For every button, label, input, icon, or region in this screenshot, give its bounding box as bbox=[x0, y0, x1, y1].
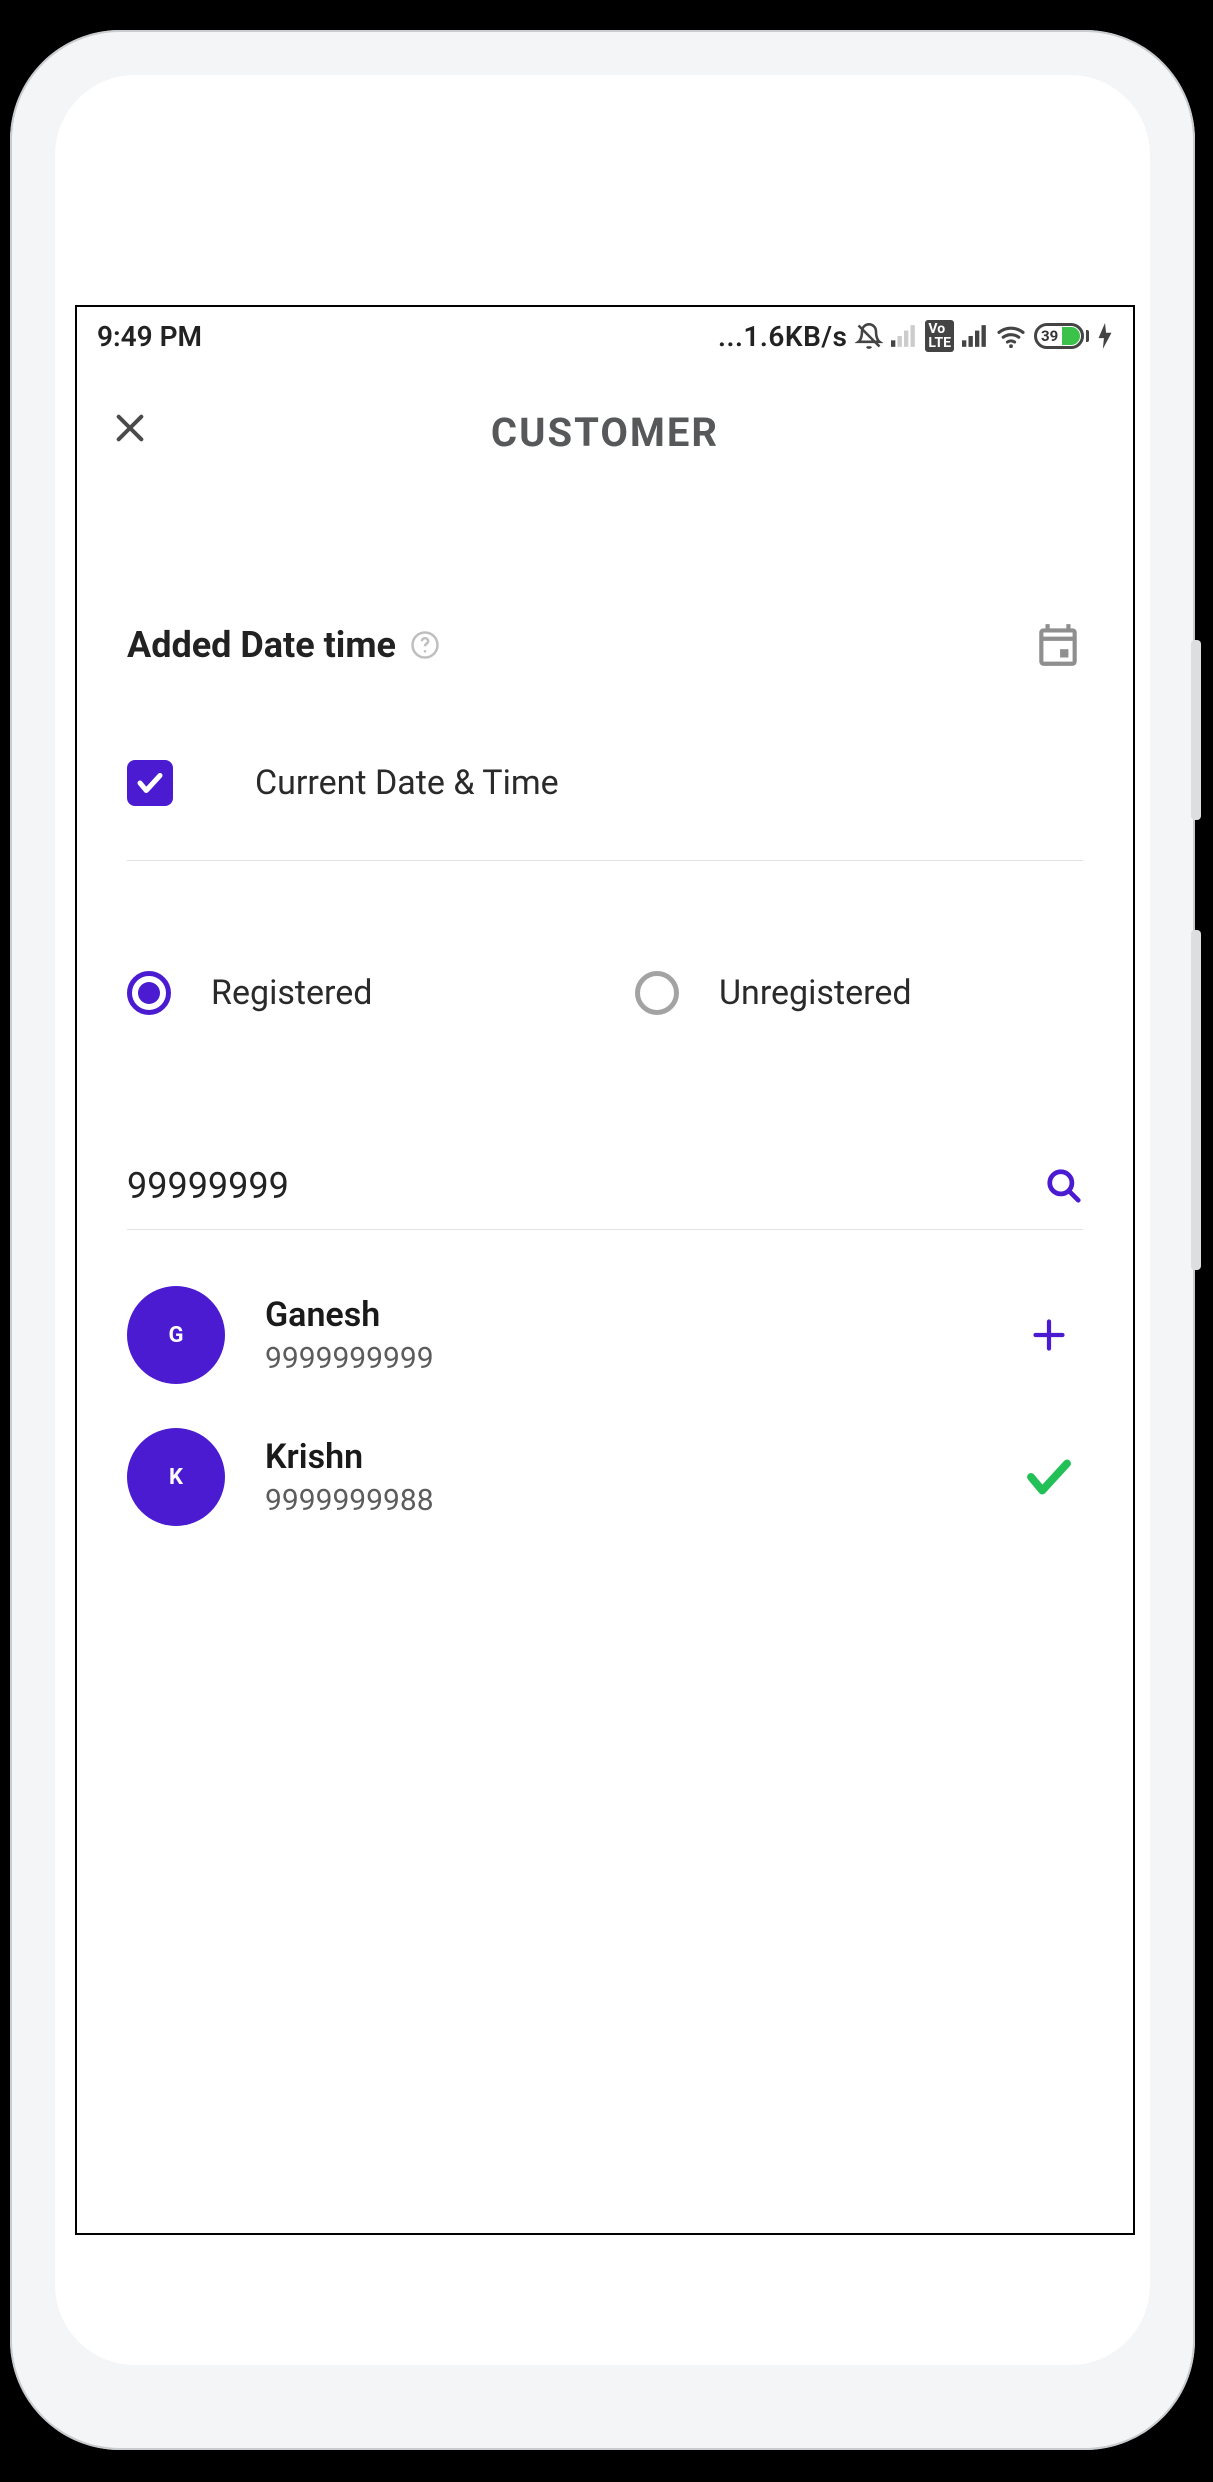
charging-icon bbox=[1097, 323, 1113, 349]
radio-unregistered[interactable]: Unregistered bbox=[635, 971, 1083, 1015]
radio-dot-icon bbox=[138, 982, 160, 1004]
customer-phone: 9999999988 bbox=[265, 1483, 981, 1518]
app-header: CUSTOMER bbox=[77, 365, 1133, 500]
battery-percent: 39 bbox=[1041, 326, 1058, 346]
customer-name: Krishn bbox=[265, 1437, 981, 1477]
phone-side-button-bottom bbox=[1191, 930, 1201, 1270]
datetime-label-group: Added Date time bbox=[127, 624, 440, 666]
customer-phone: 9999999999 bbox=[265, 1341, 981, 1376]
check-icon bbox=[1022, 1450, 1076, 1504]
selected-button[interactable] bbox=[1021, 1449, 1077, 1505]
customer-name: Ganesh bbox=[265, 1295, 981, 1335]
signal-full-icon bbox=[962, 325, 988, 347]
customer-type-radio-group: Registered Unregistered bbox=[127, 971, 1083, 1015]
close-button[interactable] bbox=[105, 403, 155, 453]
calendar-icon[interactable] bbox=[1033, 620, 1083, 670]
volte-badge: VoLTE bbox=[925, 320, 954, 352]
screen: 9:49 PM ...1.6KB/s VoLTE 39 bbox=[75, 305, 1135, 2235]
current-datetime-label: Current Date & Time bbox=[255, 763, 559, 803]
radio-unregistered-label: Unregistered bbox=[719, 973, 912, 1013]
radio-registered-label: Registered bbox=[211, 973, 372, 1013]
current-datetime-row: Current Date & Time bbox=[127, 760, 1083, 861]
radio-registered[interactable]: Registered bbox=[127, 971, 575, 1015]
radio-registered-circle bbox=[127, 971, 171, 1015]
phone-bezel: 9:49 PM ...1.6KB/s VoLTE 39 bbox=[55, 75, 1150, 2365]
radio-unregistered-circle bbox=[635, 971, 679, 1015]
status-time: 9:49 PM bbox=[97, 320, 202, 353]
help-icon[interactable] bbox=[410, 630, 440, 660]
plus-icon bbox=[1031, 1317, 1067, 1353]
search-row bbox=[127, 1165, 1083, 1230]
current-datetime-checkbox[interactable] bbox=[127, 760, 173, 806]
net-speed: ...1.6KB/s bbox=[718, 320, 847, 353]
customer-avatar: G bbox=[127, 1286, 225, 1384]
phone-frame: 9:49 PM ...1.6KB/s VoLTE 39 bbox=[10, 30, 1195, 2450]
search-input[interactable] bbox=[127, 1165, 1045, 1207]
phone-side-button-top bbox=[1191, 640, 1201, 820]
customer-text: Krishn 9999999988 bbox=[265, 1437, 981, 1518]
datetime-label: Added Date time bbox=[127, 624, 396, 666]
status-bar: 9:49 PM ...1.6KB/s VoLTE 39 bbox=[77, 307, 1133, 365]
customer-list-item[interactable]: G Ganesh 9999999999 bbox=[127, 1264, 1083, 1406]
battery-indicator: 39 bbox=[1034, 323, 1089, 349]
customer-text: Ganesh 9999999999 bbox=[265, 1295, 981, 1376]
status-right: ...1.6KB/s VoLTE 39 bbox=[718, 320, 1113, 353]
content-area: Added Date time Current Date & Time bbox=[77, 620, 1133, 1548]
search-icon[interactable] bbox=[1045, 1167, 1083, 1205]
customer-avatar: K bbox=[127, 1428, 225, 1526]
add-button[interactable] bbox=[1021, 1307, 1077, 1363]
customer-list-item[interactable]: K Krishn 9999999988 bbox=[127, 1406, 1083, 1548]
check-icon bbox=[135, 768, 165, 798]
page-title: CUSTOMER bbox=[491, 409, 719, 456]
customer-list: G Ganesh 9999999999 K Krishn 9999999988 bbox=[127, 1264, 1083, 1548]
datetime-section-header: Added Date time bbox=[127, 620, 1083, 670]
signal-weak-icon bbox=[891, 325, 917, 347]
wifi-icon bbox=[996, 324, 1026, 348]
close-icon bbox=[113, 411, 147, 445]
dnd-icon bbox=[855, 322, 883, 350]
